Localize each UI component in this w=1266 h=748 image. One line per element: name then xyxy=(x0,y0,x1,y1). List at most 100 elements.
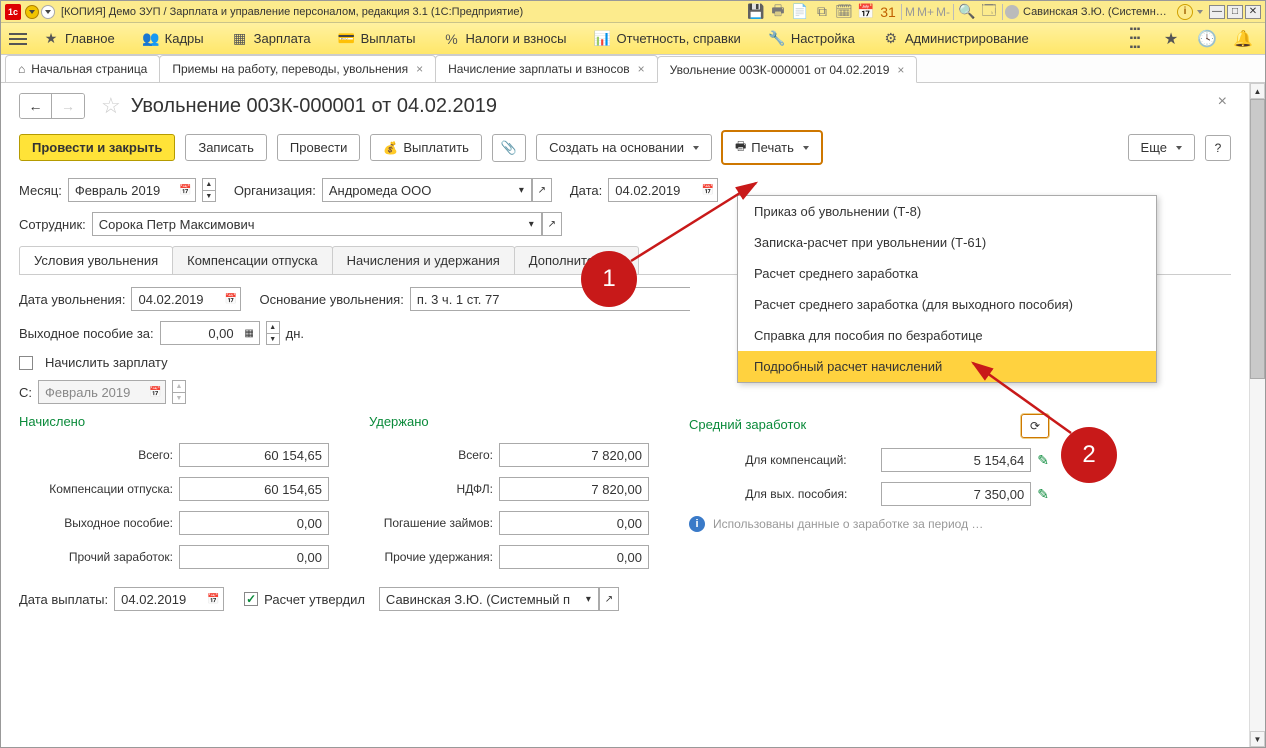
tab-item-active[interactable]: Увольнение 00ЗК-000001 от 04.02.2019× xyxy=(657,56,918,83)
attach-button[interactable]: 📎 xyxy=(492,134,526,162)
save-button[interactable]: Записать xyxy=(185,134,267,161)
title-dropdown[interactable] xyxy=(25,5,39,19)
calc-icon[interactable]: ▦ xyxy=(240,321,260,345)
basis-input[interactable]: п. 3 ч. 1 ст. 77 xyxy=(410,287,690,311)
basis-combo[interactable]: п. 3 ч. 1 ст. 77 xyxy=(410,287,690,311)
compare-icon[interactable]: ⧉ xyxy=(813,3,831,21)
close-icon[interactable]: × xyxy=(416,62,423,76)
print-menu-item[interactable]: Записка-расчет при увольнении (Т-61) xyxy=(738,227,1156,258)
dismiss-date-input[interactable]: 04.02.2019 xyxy=(131,287,221,311)
tab-item[interactable]: Начисление зарплаты и взносов× xyxy=(435,55,658,82)
avg-comp-input[interactable]: 5 154,64 xyxy=(881,448,1031,472)
back-button[interactable]: ← xyxy=(20,94,52,118)
pay-date-combo[interactable]: 04.02.2019 📅 xyxy=(114,587,224,611)
menu-icon[interactable] xyxy=(9,30,27,48)
info-icon[interactable]: i xyxy=(1177,4,1193,20)
approved-label[interactable]: Расчет утвердил xyxy=(264,592,365,607)
zoom-icon[interactable]: 🔍 xyxy=(958,3,976,21)
nav-payments[interactable]: 💳Выплаты xyxy=(339,31,416,47)
calendar-picker-icon[interactable]: 📅 xyxy=(221,287,241,311)
post-button[interactable]: Провести xyxy=(277,134,361,161)
title-dropdown-2[interactable] xyxy=(41,5,55,19)
refresh-button[interactable]: ⟳ xyxy=(1021,414,1049,438)
more-button[interactable]: Еще xyxy=(1128,134,1195,161)
dismiss-date-combo[interactable]: 04.02.2019 📅 xyxy=(131,287,241,311)
withheld-loan-input[interactable]: 0,00 xyxy=(499,511,649,535)
scroll-track[interactable] xyxy=(1250,99,1265,731)
calendar-picker-icon[interactable]: 📅 xyxy=(204,587,224,611)
dropdown-icon[interactable]: ▾ xyxy=(579,587,599,611)
employee-combo[interactable]: Сорока Петр Максимович ▾ ↗ xyxy=(92,212,562,236)
accrued-sev-input[interactable]: 0,00 xyxy=(179,511,329,535)
help-button[interactable]: ? xyxy=(1205,135,1231,161)
severance-input[interactable]: 0,00 xyxy=(160,321,240,345)
apps-icon[interactable]: ▪▪▪▪▪▪▪▪▪ xyxy=(1121,25,1149,53)
calendar-picker-icon[interactable]: 📅 xyxy=(176,178,196,202)
open-icon[interactable]: ↗ xyxy=(532,178,552,202)
page-close-icon[interactable]: × xyxy=(1218,93,1227,111)
spin-up-icon[interactable]: ▲ xyxy=(202,178,216,190)
accrued-other-input[interactable]: 0,00 xyxy=(179,545,329,569)
print-menu-item[interactable]: Расчет среднего заработка (для выходного… xyxy=(738,289,1156,320)
month-spinner[interactable]: ▲▼ xyxy=(202,178,216,202)
print-menu-item[interactable]: Расчет среднего заработка xyxy=(738,258,1156,289)
accrue-salary-checkbox[interactable] xyxy=(19,356,33,370)
close-button[interactable]: ✕ xyxy=(1245,5,1261,19)
create-based-button[interactable]: Создать на основании xyxy=(536,134,712,161)
pay-button[interactable]: 💰Выплатить xyxy=(370,134,481,161)
accrued-total-input[interactable]: 60 154,65 xyxy=(179,443,329,467)
pay-date-input[interactable]: 04.02.2019 xyxy=(114,587,204,611)
approved-by-input[interactable]: Савинская З.Ю. (Системный п xyxy=(379,587,579,611)
calc-icon[interactable]: 🗓 xyxy=(835,3,853,21)
spin-up-icon[interactable]: ▲ xyxy=(266,321,280,333)
employee-input[interactable]: Сорока Петр Максимович xyxy=(92,212,522,236)
spin-down-icon[interactable]: ▼ xyxy=(202,190,216,202)
month-input[interactable]: Февраль 2019 xyxy=(68,178,176,202)
user-name[interactable]: Савинская З.Ю. (Системный прог… xyxy=(1023,6,1173,18)
post-close-button[interactable]: Провести и закрыть xyxy=(19,134,175,161)
month-combo[interactable]: Февраль 2019 📅 xyxy=(68,178,196,202)
inner-tab-accruals[interactable]: Начисления и удержания xyxy=(332,246,515,274)
severance-combo[interactable]: 0,00 ▦ xyxy=(160,321,260,345)
org-input[interactable]: Андромеда ООО xyxy=(322,178,512,202)
vertical-scrollbar[interactable]: ▲ ▼ xyxy=(1249,83,1265,747)
close-icon[interactable]: × xyxy=(638,62,645,76)
edit-icon[interactable]: ✎ xyxy=(1037,452,1049,469)
edit-icon[interactable]: ✎ xyxy=(1037,486,1049,503)
m-button[interactable]: M xyxy=(905,5,915,19)
avg-sev-input[interactable]: 7 350,00 xyxy=(881,482,1031,506)
maximize-button[interactable]: □ xyxy=(1227,5,1243,19)
close-icon[interactable]: × xyxy=(897,63,904,77)
org-combo[interactable]: Андромеда ООО ▾ ↗ xyxy=(322,178,552,202)
approved-by-combo[interactable]: Савинская З.Ю. (Системный п ▾ ↗ xyxy=(379,587,619,611)
nav-hr[interactable]: 👥Кадры xyxy=(143,31,204,47)
print-menu-item-highlighted[interactable]: Подробный расчет начислений xyxy=(738,351,1156,382)
favorite-star-icon[interactable]: ☆ xyxy=(101,93,121,119)
minimize-button[interactable]: — xyxy=(1209,5,1225,19)
date-icon[interactable]: 31 xyxy=(879,3,897,21)
scroll-down-icon[interactable]: ▼ xyxy=(1250,731,1265,747)
print-menu-item[interactable]: Справка для пособия по безработице xyxy=(738,320,1156,351)
approved-checkbox[interactable] xyxy=(244,592,258,606)
withheld-total-input[interactable]: 7 820,00 xyxy=(499,443,649,467)
dropdown-icon[interactable]: ▾ xyxy=(512,178,532,202)
tab-item[interactable]: Приемы на работу, переводы, увольнения× xyxy=(159,55,436,82)
print-menu-item[interactable]: Приказ об увольнении (Т-8) xyxy=(738,196,1156,227)
window-icon[interactable]: 🗔 xyxy=(980,3,998,21)
favorite-icon[interactable]: ★ xyxy=(1157,25,1185,53)
tab-home[interactable]: ⌂Начальная страница xyxy=(5,55,160,82)
scroll-thumb[interactable] xyxy=(1250,99,1265,379)
spin-down-icon[interactable]: ▼ xyxy=(266,333,280,345)
date-input[interactable]: 04.02.2019 xyxy=(608,178,698,202)
open-icon[interactable]: ↗ xyxy=(599,587,619,611)
print-button[interactable]: 🖶Печать xyxy=(722,131,822,164)
doc-icon[interactable]: 📄 xyxy=(791,3,809,21)
m-minus-button[interactable]: M- xyxy=(936,5,950,19)
calendar-icon[interactable]: 📅 xyxy=(857,3,875,21)
nav-admin[interactable]: ⚙Администрирование xyxy=(883,31,1029,47)
forward-button[interactable]: → xyxy=(52,94,84,118)
save-icon[interactable]: 💾 xyxy=(747,3,765,21)
open-icon[interactable]: ↗ xyxy=(542,212,562,236)
severance-spinner[interactable]: ▲▼ xyxy=(266,321,280,345)
withheld-ndfl-input[interactable]: 7 820,00 xyxy=(499,477,649,501)
